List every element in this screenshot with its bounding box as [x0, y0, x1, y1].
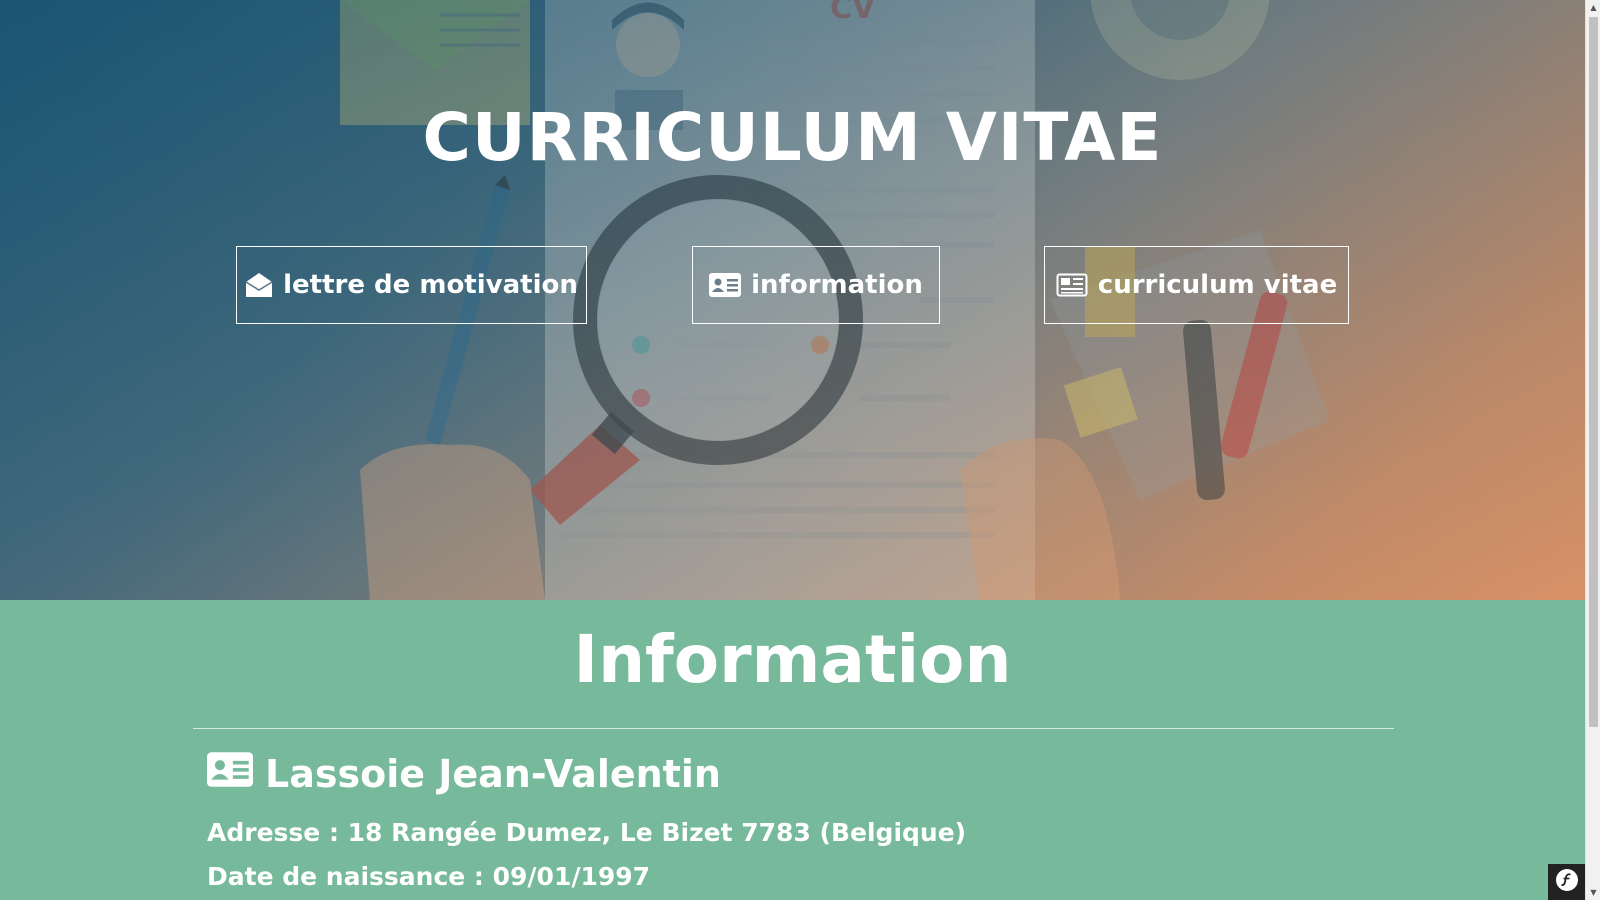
id-card-icon	[207, 752, 253, 796]
scroll-up-arrow-icon[interactable]: ▲	[1586, 0, 1600, 15]
information-section: Information Lassoie Jean-Valentin Adress…	[0, 600, 1585, 900]
page-title: CURRICULUM VITAE	[422, 99, 1163, 176]
section-title: Information	[573, 621, 1012, 698]
symfony-icon	[1555, 868, 1579, 896]
nav-button-label: curriculum vitae	[1097, 270, 1338, 300]
scroll-down-arrow-icon[interactable]: ▼	[1586, 885, 1600, 900]
nav-button-lettre-de-motivation[interactable]: lettre de motivation	[236, 246, 587, 324]
section-divider	[193, 728, 1394, 729]
nav-button-label: lettre de motivation	[283, 270, 578, 300]
nav-button-information[interactable]: information	[692, 246, 940, 324]
newspaper-icon	[1056, 273, 1088, 297]
hero-section: CV	[0, 0, 1585, 600]
address-line: Adresse : 18 Rangée Dumez, Le Bizet 7783…	[207, 818, 967, 847]
envelope-open-icon	[245, 272, 273, 298]
person-name: Lassoie Jean-Valentin	[265, 752, 721, 796]
page-viewport: CV	[0, 0, 1585, 900]
nav-button-curriculum-vitae[interactable]: curriculum vitae	[1044, 246, 1349, 324]
nav-button-label: information	[751, 270, 923, 300]
vertical-scrollbar[interactable]: ▲ ▼	[1585, 0, 1600, 900]
birthdate-line: Date de naissance : 09/01/1997	[207, 862, 651, 891]
symfony-toolbar-toggle[interactable]	[1548, 864, 1585, 900]
id-card-icon	[709, 273, 742, 297]
scrollbar-thumb[interactable]	[1589, 17, 1598, 727]
person-name-heading: Lassoie Jean-Valentin	[207, 752, 721, 796]
